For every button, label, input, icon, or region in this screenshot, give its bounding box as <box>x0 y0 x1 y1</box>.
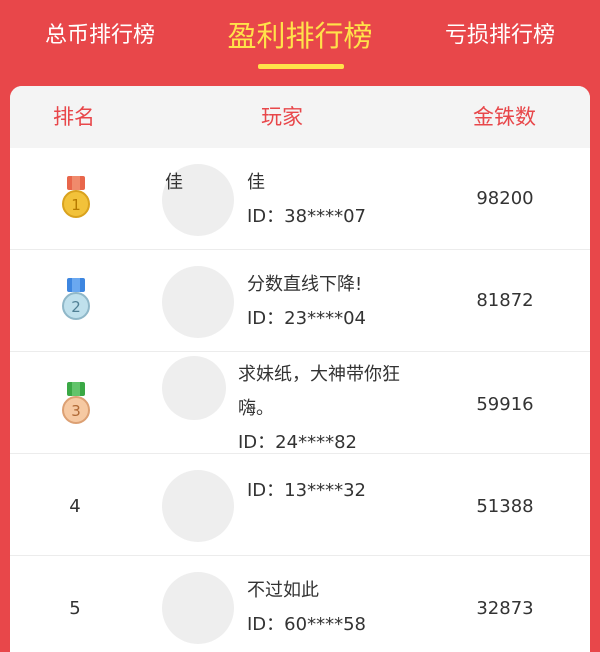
column-coins: 金铢数 <box>473 105 536 129</box>
column-rank: 排名 <box>53 105 95 129</box>
player-name-overflow: 佳 <box>165 172 183 193</box>
bronze-medal-icon: 3 <box>62 382 90 424</box>
player-id: ID：60****58 <box>247 614 366 635</box>
coin-count: 59916 <box>476 394 534 415</box>
tab-profit[interactable]: 盈利排行榜 <box>205 0 395 72</box>
leaderboard-card: 排名 玩家 金铢数 1 佳 佳 ID：38****07 98200 2 分数直线… <box>10 86 590 652</box>
coin-count: 51388 <box>476 496 534 517</box>
avatar[interactable] <box>162 266 234 338</box>
table-row[interactable]: 4 ID：13****32 51388 <box>10 454 590 556</box>
avatar[interactable] <box>162 470 234 542</box>
player-name-line1: 求妹纸，大神带你狂 <box>238 364 400 385</box>
medal-number: 2 <box>71 298 81 316</box>
medal-number: 3 <box>71 402 81 420</box>
column-player: 玩家 <box>261 105 303 129</box>
medal-number: 1 <box>71 196 81 214</box>
coin-count: 98200 <box>476 188 534 209</box>
avatar[interactable] <box>162 356 226 420</box>
player-name-line2: 嗨。 <box>238 398 274 419</box>
player-name: 分数直线下降! <box>247 274 363 295</box>
player-id: ID：38****07 <box>247 206 366 227</box>
rank-number: 5 <box>69 598 81 619</box>
table-row[interactable]: 1 佳 佳 ID：38****07 98200 <box>10 148 590 250</box>
tab-bar: 总币排行榜 盈利排行榜 亏损排行榜 <box>0 0 600 84</box>
table-row[interactable]: 3 求妹纸，大神带你狂 嗨。 ID：24****82 59916 <box>10 352 590 454</box>
player-id: ID：13****32 <box>247 480 366 501</box>
gold-medal-icon: 1 <box>62 176 90 218</box>
table-row[interactable]: 2 分数直线下降! ID：23****04 81872 <box>10 250 590 352</box>
tab-total-coins[interactable]: 总币排行榜 <box>20 0 180 72</box>
coin-count: 81872 <box>476 290 534 311</box>
player-name: 不过如此 <box>247 580 319 601</box>
tab-loss[interactable]: 亏损排行榜 <box>420 0 580 72</box>
player-id: ID：24****82 <box>238 432 357 453</box>
table-row[interactable]: 5 不过如此 ID：60****58 32873 <box>10 556 590 652</box>
rank-number: 4 <box>69 496 81 517</box>
silver-medal-icon: 2 <box>62 278 90 320</box>
player-id: ID：23****04 <box>247 308 366 329</box>
avatar[interactable] <box>162 572 234 644</box>
active-tab-indicator <box>258 64 344 69</box>
coin-count: 32873 <box>476 598 534 619</box>
table-header: 排名 玩家 金铢数 <box>10 86 590 148</box>
player-name: 佳 <box>247 172 265 193</box>
